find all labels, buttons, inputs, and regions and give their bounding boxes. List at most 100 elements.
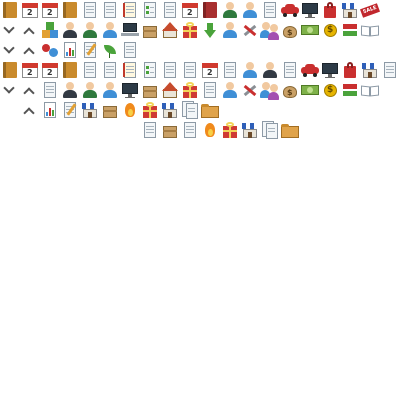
document-icon[interactable] [40, 80, 60, 100]
calendar-icon[interactable]: 2 [20, 0, 40, 20]
document-icon[interactable] [200, 80, 220, 100]
book-icon[interactable] [60, 0, 80, 20]
gift-icon[interactable] [220, 120, 240, 140]
tools-icon[interactable] [240, 80, 260, 100]
book-icon[interactable] [60, 60, 80, 80]
house-icon[interactable] [160, 20, 180, 40]
car-icon[interactable] [300, 60, 320, 80]
boxes-icon[interactable] [160, 120, 180, 140]
boxes-icon[interactable] [140, 20, 160, 40]
car-icon[interactable] [280, 0, 300, 20]
document-icon[interactable] [180, 60, 200, 80]
boxes-icon[interactable] [140, 80, 160, 100]
gift-icon[interactable] [140, 100, 160, 120]
person-icon[interactable] [80, 20, 100, 40]
shopping-bag-icon[interactable] [340, 60, 360, 80]
storefront-icon[interactable] [160, 100, 180, 120]
book-icon[interactable] [0, 60, 20, 80]
document-icon[interactable] [100, 0, 120, 20]
leaf-icon[interactable] [100, 40, 120, 60]
coin-bag-icon[interactable]: $ [280, 80, 300, 100]
chevron-up-icon[interactable] [20, 100, 40, 120]
coin-icon[interactable]: $ [320, 80, 340, 100]
chart-icon[interactable] [40, 100, 60, 120]
arrows-icon[interactable] [340, 20, 360, 40]
person-icon[interactable] [240, 0, 260, 20]
folder-icon[interactable] [200, 100, 220, 120]
person-icon[interactable] [60, 20, 80, 40]
house-icon[interactable] [160, 80, 180, 100]
files-icon[interactable] [260, 120, 280, 140]
document-icon[interactable] [220, 60, 240, 80]
storefront-icon[interactable] [340, 0, 360, 20]
person-icon[interactable] [100, 20, 120, 40]
person-icon[interactable] [60, 80, 80, 100]
checklist-icon[interactable] [140, 60, 160, 80]
chevron-up-icon[interactable] [20, 20, 40, 40]
document-icon[interactable] [80, 0, 100, 20]
tools-icon[interactable] [240, 20, 260, 40]
chevron-down-icon[interactable] [0, 40, 20, 60]
folder-icon[interactable] [280, 120, 300, 140]
book-icon[interactable] [0, 0, 20, 20]
calendar-icon[interactable]: 2 [40, 0, 60, 20]
person-icon[interactable] [220, 80, 240, 100]
storefront-icon[interactable] [240, 120, 260, 140]
notebook-icon[interactable] [120, 60, 140, 80]
people-icon[interactable] [260, 20, 280, 40]
book-icon[interactable] [200, 0, 220, 20]
calendar-icon[interactable]: 2 [20, 60, 40, 80]
cash-icon[interactable] [300, 80, 320, 100]
person-icon[interactable] [100, 80, 120, 100]
sale-tag-icon[interactable]: SALE [360, 0, 380, 20]
document-icon[interactable] [140, 120, 160, 140]
document-icon[interactable] [100, 60, 120, 80]
storefront-icon[interactable] [360, 60, 380, 80]
person-icon[interactable] [80, 80, 100, 100]
chevron-down-icon[interactable] [0, 20, 20, 40]
shopping-bag-icon[interactable] [320, 0, 340, 20]
document-icon[interactable] [260, 0, 280, 20]
document-icon[interactable] [180, 120, 200, 140]
chart-icon[interactable] [60, 40, 80, 60]
arrows-icon[interactable] [340, 80, 360, 100]
document-icon[interactable] [160, 0, 180, 20]
monitor-icon[interactable] [120, 80, 140, 100]
document-icon[interactable] [380, 60, 400, 80]
checklist-icon[interactable] [140, 0, 160, 20]
document-icon[interactable] [160, 60, 180, 80]
download-arrow-icon[interactable] [200, 20, 220, 40]
document-icon[interactable] [120, 40, 140, 60]
document-icon[interactable] [280, 60, 300, 80]
open-book-icon[interactable] [360, 80, 380, 100]
chevron-down-icon[interactable] [0, 80, 20, 100]
notebook-icon[interactable] [120, 0, 140, 20]
files-icon[interactable] [180, 100, 200, 120]
puzzle-icon[interactable] [40, 40, 60, 60]
chevron-up-icon[interactable] [20, 40, 40, 60]
blocks-icon[interactable] [40, 20, 60, 40]
document-icon[interactable] [80, 60, 100, 80]
boxes-icon[interactable] [100, 100, 120, 120]
gift-icon[interactable] [180, 20, 200, 40]
people-icon[interactable] [260, 80, 280, 100]
calendar-icon[interactable]: 2 [200, 60, 220, 80]
person-icon[interactable] [220, 0, 240, 20]
monitor-icon[interactable] [300, 0, 320, 20]
flame-icon[interactable] [200, 120, 220, 140]
person-icon[interactable] [220, 20, 240, 40]
calendar-icon[interactable]: 2 [40, 60, 60, 80]
person-icon[interactable] [240, 60, 260, 80]
cash-icon[interactable] [300, 20, 320, 40]
chevron-up-icon[interactable] [20, 80, 40, 100]
storefront-icon[interactable] [80, 100, 100, 120]
flame-icon[interactable] [120, 100, 140, 120]
gift-icon[interactable] [180, 80, 200, 100]
monitor-icon[interactable] [320, 60, 340, 80]
open-book-icon[interactable] [360, 20, 380, 40]
coin-bag-icon[interactable]: $ [280, 20, 300, 40]
laptop-icon[interactable] [120, 20, 140, 40]
pencil-icon[interactable] [60, 100, 80, 120]
calendar-icon[interactable]: 2 [180, 0, 200, 20]
coin-icon[interactable]: $ [320, 20, 340, 40]
